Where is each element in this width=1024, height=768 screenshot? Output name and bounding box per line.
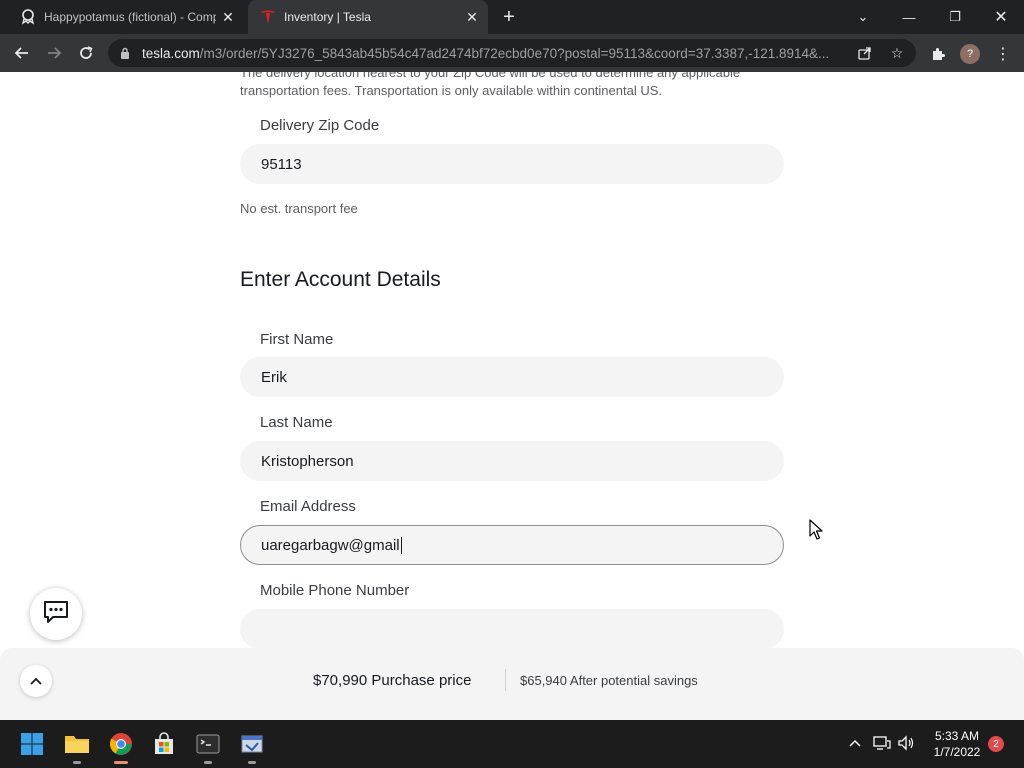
running-indicator	[248, 761, 256, 764]
file-explorer-icon[interactable]	[61, 728, 93, 764]
notification-badge[interactable]: 2	[988, 736, 1004, 752]
clock-date: 1/7/2022	[933, 745, 981, 759]
tab-search-chevron-icon[interactable]: ⌄	[840, 0, 886, 34]
volume-icon[interactable]	[897, 734, 915, 752]
window-close-button[interactable]: ✕	[978, 0, 1024, 34]
text-caret	[400, 536, 402, 554]
clock-time: 5:33 AM	[934, 729, 980, 743]
tab-happypotamus[interactable]: Happypotamus (fictional) - Comp ✕	[0, 0, 244, 34]
first-name-input[interactable]: Erik	[240, 357, 784, 397]
tab-title: Happypotamus (fictional) - Comp	[44, 10, 216, 24]
last-name-value: Kristopherson	[261, 452, 354, 470]
section-title-account-details: Enter Account Details	[240, 268, 441, 291]
reload-icon[interactable]	[74, 41, 98, 65]
ghost-icon	[20, 9, 36, 25]
tesla-logo-icon	[260, 9, 276, 25]
price-summary-bar: $70,990 Purchase price $65,940 After pot…	[0, 648, 1024, 720]
tab-tesla-inventory[interactable]: Inventory | Tesla ✕	[248, 0, 488, 34]
last-name-label: Last Name	[260, 414, 333, 431]
windows-taskbar: 5:33 AM 1/7/2022 2	[0, 720, 1024, 768]
phone-input[interactable]	[240, 609, 784, 648]
delivery-note: The delivery location nearest to your Zi…	[240, 72, 741, 98]
email-label: Email Address	[260, 498, 356, 515]
tesla-order-page: The delivery location nearest to your Zi…	[0, 72, 1024, 648]
address-bar[interactable]: tesla.com/m3/order/5YJ3276_5843ab45b54c4…	[108, 39, 916, 67]
restore-button[interactable]: ❐	[932, 0, 978, 34]
savings-price: $65,940 After potential savings	[520, 673, 698, 688]
last-name-input[interactable]: Kristopherson	[240, 441, 784, 481]
email-value: uaregarbagw@gmail	[261, 536, 400, 554]
phone-label: Mobile Phone Number	[260, 582, 410, 599]
running-indicator	[204, 761, 212, 764]
expand-price-button[interactable]	[20, 665, 52, 697]
browser-toolbar: tesla.com/m3/order/5YJ3276_5843ab45b54c4…	[0, 34, 1024, 72]
network-icon[interactable]	[873, 734, 891, 752]
first-name-value: Erik	[261, 368, 287, 386]
app-window-icon[interactable]	[236, 728, 268, 764]
chat-button[interactable]	[30, 588, 82, 640]
purchase-price: $70,990 Purchase price	[313, 672, 472, 689]
menu-kebab-icon[interactable]: ⋮	[992, 43, 1014, 65]
back-arrow-icon[interactable]	[10, 41, 34, 65]
browser-tab-strip: Happypotamus (fictional) - Comp ✕ Invent…	[0, 0, 1024, 34]
transport-fee-text: No est. transport fee	[240, 201, 358, 216]
email-input[interactable]: uaregarbagw@gmail	[240, 525, 784, 565]
zip-code-value: 95113	[261, 155, 302, 173]
forward-arrow-icon[interactable]	[42, 41, 66, 65]
price-divider	[505, 669, 506, 691]
close-icon[interactable]: ✕	[464, 9, 480, 25]
new-tab-button[interactable]: +	[498, 7, 520, 27]
url-text: tesla.com/m3/order/5YJ3276_5843ab45b54c4…	[142, 45, 830, 61]
chat-bubble-icon	[42, 599, 70, 630]
running-indicator	[73, 761, 81, 764]
chevron-up-icon	[30, 672, 42, 690]
zip-label: Delivery Zip Code	[260, 117, 380, 134]
mouse-pointer-icon	[809, 519, 823, 546]
running-indicator	[114, 761, 128, 764]
zip-code-input[interactable]: 95113	[240, 144, 784, 184]
system-clock[interactable]: 5:33 AM 1/7/2022	[928, 728, 986, 760]
share-icon[interactable]	[856, 45, 874, 61]
windows-start-icon[interactable]	[16, 728, 48, 760]
close-icon[interactable]: ✕	[220, 9, 236, 25]
chrome-icon[interactable]	[105, 728, 137, 764]
terminal-icon[interactable]	[192, 728, 224, 764]
minimize-button[interactable]: —	[886, 0, 932, 34]
microsoft-store-icon[interactable]	[148, 728, 180, 760]
first-name-label: First Name	[260, 331, 334, 348]
show-hidden-icons-chevron[interactable]	[846, 734, 864, 752]
extensions-puzzle-icon[interactable]	[927, 43, 949, 65]
star-icon[interactable]: ☆	[888, 45, 906, 61]
lock-icon	[118, 47, 132, 59]
tab-title: Inventory | Tesla	[284, 10, 371, 24]
profile-avatar[interactable]: ?	[959, 43, 981, 65]
